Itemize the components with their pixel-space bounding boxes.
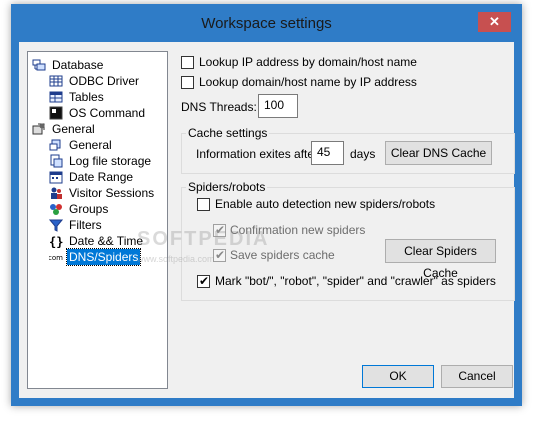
cache-settings-title: Cache settings	[186, 126, 270, 140]
groups-icon	[49, 202, 63, 216]
com-icon: com	[48, 250, 63, 264]
tree-item-label: General	[52, 122, 95, 136]
terminal-icon	[49, 106, 63, 120]
window-title: Workspace settings	[201, 15, 332, 32]
tree-item-label: Date && Time	[69, 234, 144, 248]
tree-item-label: Filters	[69, 218, 102, 232]
settings-window: Workspace settings ✕ Database ODBC Drive…	[11, 4, 522, 406]
lookup-ip-label: Lookup IP address by domain/host name	[199, 55, 417, 69]
tree-item-label: Visitor Sessions	[69, 186, 155, 200]
tree-item-label: Groups	[69, 202, 109, 216]
close-icon: ✕	[489, 14, 500, 29]
close-button[interactable]: ✕	[478, 12, 511, 32]
tree-item-label: OS Command	[69, 106, 146, 120]
cache-days-label: days	[350, 147, 376, 161]
cache-expires-label: Information exites after	[196, 147, 319, 161]
cache-expires-input[interactable]: 45	[311, 141, 344, 165]
tree-item-label: General	[69, 138, 112, 152]
general-sub-icon	[49, 138, 63, 152]
grid-icon	[49, 74, 63, 88]
tree-item-label: Database	[52, 58, 104, 72]
enable-auto-detection-label: Enable auto detection new spiders/robots	[215, 197, 436, 211]
enable-auto-detection-checkbox[interactable]	[197, 198, 210, 211]
mark-bots-checkbox[interactable]: ✔	[197, 274, 210, 288]
dialog-body: Database ODBC Driver Tables OS Command G…	[19, 42, 515, 398]
calendar-icon	[49, 170, 63, 184]
checkmark-icon: ✔	[199, 274, 210, 288]
log-storage-icon	[49, 154, 63, 168]
tree-item-label: DNS/Spiders	[65, 248, 142, 266]
database-icon	[32, 58, 46, 72]
tree-item-label: Date Range	[69, 170, 134, 184]
watermark-url: www.softpedia.com	[137, 254, 215, 264]
general-icon	[32, 122, 46, 136]
clear-spiders-cache-button[interactable]: Clear Spiders Cache	[385, 239, 496, 280]
dns-threads-input[interactable]: 100	[258, 94, 298, 118]
title-bar[interactable]: Workspace settings ✕	[11, 4, 522, 42]
braces-icon: {}	[49, 234, 63, 249]
tree-item-label: Tables	[69, 90, 104, 104]
svg-text:com: com	[49, 254, 63, 262]
ok-button[interactable]: OK	[362, 365, 434, 388]
cancel-button[interactable]: Cancel	[441, 365, 513, 388]
dns-threads-label: DNS Threads:	[181, 100, 257, 114]
visitors-icon	[49, 186, 63, 200]
svg-text:{}: {}	[49, 235, 63, 248]
clear-dns-cache-button[interactable]: Clear DNS Cache	[385, 141, 492, 165]
lookup-domain-label: Lookup domain/host name by IP address	[199, 75, 417, 89]
settings-tree[interactable]: Database ODBC Driver Tables OS Command G…	[27, 51, 168, 389]
filter-icon	[48, 218, 64, 232]
lookup-ip-checkbox[interactable]	[181, 56, 194, 69]
watermark-brand: SOFTPEDIA	[137, 228, 270, 250]
lookup-domain-checkbox[interactable]	[181, 76, 194, 89]
table-icon	[49, 90, 63, 104]
spiders-title: Spiders/robots	[186, 180, 268, 194]
tree-item-label: Log file storage	[69, 154, 152, 168]
tree-item-label: ODBC Driver	[69, 74, 140, 88]
mark-bots-label: Mark "bot/", "robot", "spider" and "craw…	[215, 274, 496, 288]
